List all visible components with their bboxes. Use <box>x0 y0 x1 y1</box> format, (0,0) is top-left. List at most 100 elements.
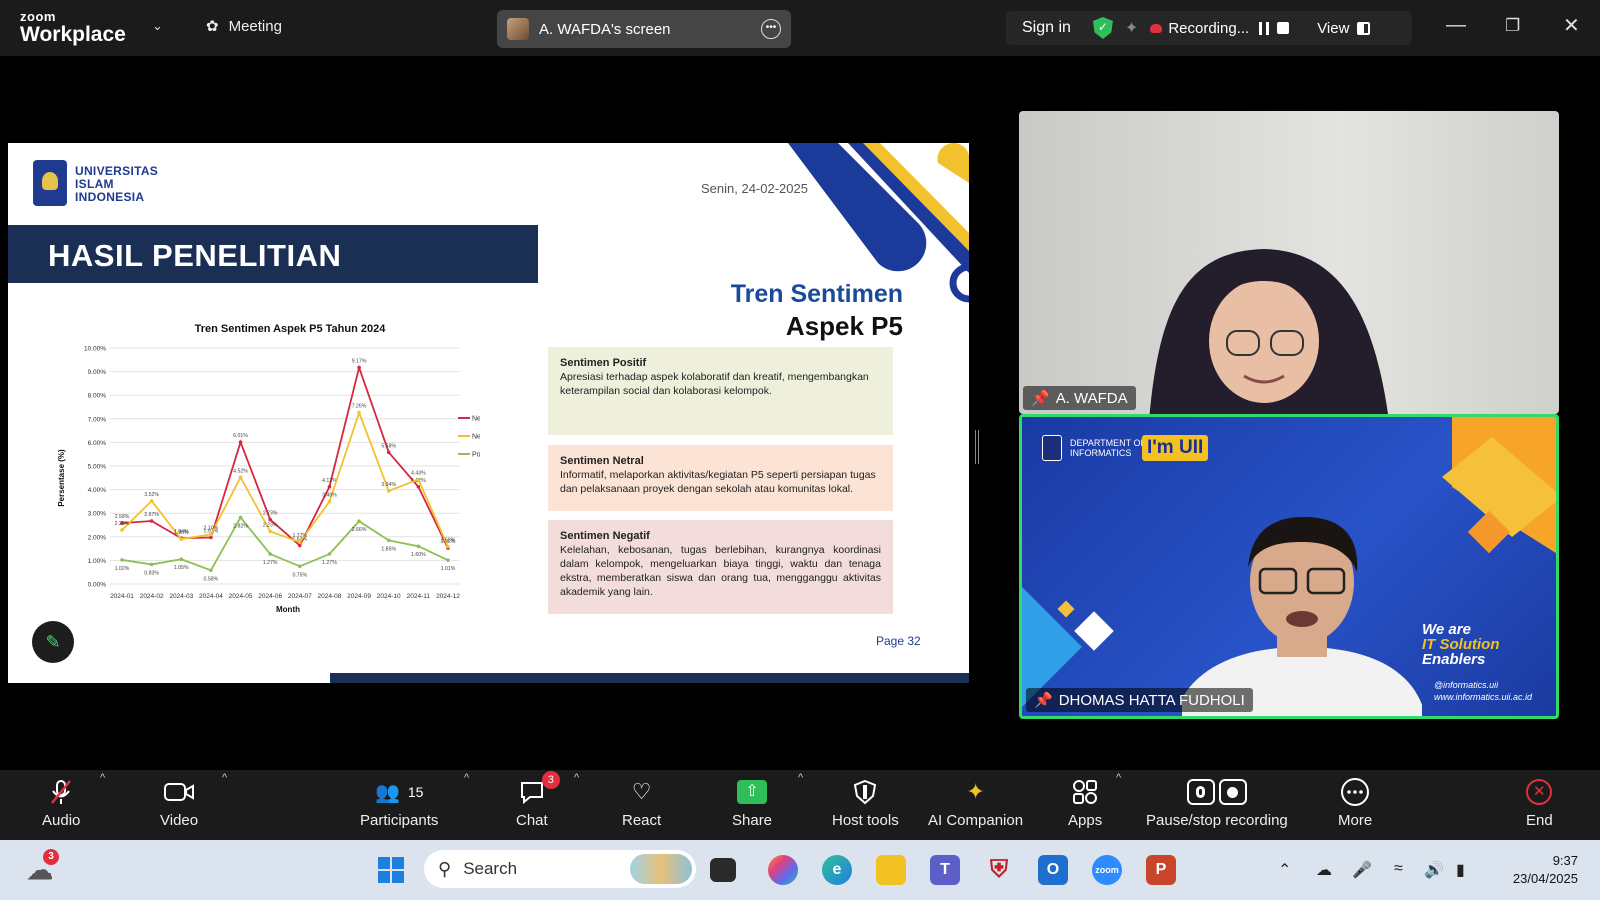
close-icon[interactable]: ✕ <box>1563 13 1580 38</box>
data-point <box>268 517 272 522</box>
data-label: 0.75% <box>292 572 307 578</box>
data-label: 2.73% <box>263 511 278 517</box>
data-label: 2.66% <box>352 527 367 533</box>
pause-icon[interactable] <box>1259 21 1270 35</box>
chat-button[interactable]: 3 Chat <box>516 771 560 829</box>
shared-screen-pill[interactable]: A. WAFDA's screen ••• <box>497 10 791 48</box>
chat-options-caret-icon[interactable]: ^ <box>574 772 579 784</box>
weather-icon[interactable]: ☁ 3 <box>25 849 59 885</box>
video-tile-wafda[interactable]: 📌 A. WAFDA <box>1019 111 1559 414</box>
participants-options-caret-icon[interactable]: ^ <box>464 772 469 784</box>
data-point <box>446 558 450 562</box>
powerpoint-icon[interactable]: P <box>1146 855 1176 885</box>
more-label: More <box>1338 812 1373 829</box>
react-button[interactable]: ♡ React <box>622 778 661 829</box>
participant-video <box>1182 517 1422 716</box>
stop-icon[interactable] <box>1277 22 1290 34</box>
data-label: 1.77% <box>292 533 307 539</box>
heading-banner: HASIL PENELITIAN <box>8 225 538 283</box>
ai-companion-button[interactable]: ✦ AI Companion <box>928 778 1023 829</box>
y-tick-label: 1.00% <box>88 558 107 565</box>
box-title: Sentimen Netral <box>560 455 644 467</box>
recording-indicator[interactable]: Recording... <box>1150 20 1249 37</box>
brand-top: zoom <box>20 9 56 24</box>
data-point <box>209 568 213 573</box>
battery-icon[interactable]: ▮ <box>1456 860 1465 880</box>
data-label: 2.82% <box>233 523 248 529</box>
annotate-pencil-icon[interactable]: ✎ <box>32 621 74 663</box>
x-tick-label: 2024-08 <box>318 593 342 600</box>
share-button[interactable]: ⇧ Share <box>732 778 772 829</box>
view-button[interactable]: View <box>1317 19 1371 37</box>
participant-name: DHOMAS HATTA FUDHOLI <box>1058 691 1245 709</box>
encryption-shield-icon[interactable]: ✓ <box>1092 17 1113 39</box>
data-label: 1.01% <box>441 566 456 572</box>
view-label: View <box>1317 19 1350 37</box>
video-options-caret-icon[interactable]: ^ <box>222 772 227 784</box>
shared-screen-label: A. WAFDA's screen <box>539 20 671 38</box>
wifi-icon[interactable]: ≈ <box>1394 860 1403 878</box>
participants-button[interactable]: 👥 15 Participants <box>360 778 438 830</box>
system-clock[interactable]: 9:37 23/04/2025 <box>1496 852 1578 888</box>
microphone-tray-icon[interactable]: 🎤 <box>1352 860 1372 880</box>
more-button[interactable]: More <box>1338 778 1372 829</box>
edge-browser-icon[interactable]: e <box>822 855 852 885</box>
end-button[interactable]: ✕ End <box>1526 778 1553 829</box>
shared-screen: UNIVERSITAS ISLAM INDONESIA Senin, 24-02… <box>8 113 969 713</box>
zoom-app-icon[interactable]: zoom <box>1092 855 1122 885</box>
data-label: 0.83% <box>144 570 159 576</box>
box-text: Informatif, melaporkan aktivitas/kegiata… <box>560 469 876 495</box>
outlook-icon[interactable]: O <box>1038 855 1068 885</box>
share-options-caret-icon[interactable]: ^ <box>798 772 803 784</box>
y-tick-label: 3.00% <box>88 511 107 518</box>
data-point <box>416 484 421 489</box>
file-explorer-icon[interactable] <box>876 855 906 885</box>
host-tools-button[interactable]: Host tools <box>832 778 899 829</box>
x-tick-label: 2024-03 <box>169 593 193 600</box>
sparkle-icon[interactable]: ✦ <box>1125 18 1138 38</box>
slide-heading: HASIL PENELITIAN <box>48 238 342 273</box>
volume-icon[interactable]: 🔊 <box>1424 860 1444 880</box>
teams-icon[interactable]: T <box>930 855 960 885</box>
minimize-icon[interactable]: — <box>1446 14 1466 37</box>
audio-options-caret-icon[interactable]: ^ <box>100 772 105 784</box>
box-text: Apresiasi terhadap aspek kolaboratif dan… <box>560 371 869 397</box>
chevron-down-icon[interactable]: ⌄ <box>152 18 163 34</box>
x-tick-label: 2024-05 <box>229 593 253 600</box>
task-view-icon[interactable] <box>710 858 736 882</box>
data-label: 6.01% <box>233 433 248 439</box>
split-view-handle[interactable] <box>975 430 979 464</box>
data-point <box>238 440 243 444</box>
show-hidden-icons-icon[interactable]: ⌃ <box>1278 860 1291 880</box>
data-point <box>446 544 450 549</box>
data-label: 2.67% <box>144 512 159 518</box>
windows-start-icon[interactable] <box>376 855 406 885</box>
data-label: 2.10% <box>204 525 219 531</box>
x-tick-label: 2024-11 <box>407 593 431 600</box>
audio-button[interactable]: Audio <box>42 778 80 829</box>
ai-companion-label: AI Companion <box>928 812 1024 829</box>
apps-button[interactable]: Apps <box>1068 778 1102 829</box>
data-label: 2.58% <box>115 514 130 520</box>
slide-title-line1: Tren Sentimen <box>730 280 903 308</box>
apps-options-caret-icon[interactable]: ^ <box>1116 772 1121 784</box>
y-tick-label: 4.00% <box>88 487 107 494</box>
taskbar-search[interactable]: ⚲ Search <box>424 850 696 888</box>
data-point <box>357 365 361 370</box>
heart-icon: ♡ <box>631 779 652 804</box>
meeting-menu[interactable]: ✿ Meeting <box>206 17 282 36</box>
ai-sparkle-icon: ✦ <box>966 779 985 804</box>
pause-stop-recording-button[interactable]: Pause/stop recording <box>1146 778 1288 829</box>
copilot-icon[interactable] <box>768 855 798 885</box>
sign-in-button[interactable]: Sign in <box>1022 19 1071 37</box>
shield-app-icon[interactable]: ⛨ <box>984 855 1014 885</box>
video-tile-dhomas[interactable]: DEPARTMENT OF INFORMATICS I'm UII We are… <box>1019 414 1559 719</box>
video-button[interactable]: Video <box>160 778 198 829</box>
restore-icon[interactable]: ❐ <box>1505 16 1520 36</box>
y-tick-label: 0.00% <box>88 582 107 589</box>
more-options-icon[interactable]: ••• <box>761 19 781 39</box>
onedrive-cloud-icon[interactable]: ☁ <box>1316 860 1332 880</box>
data-point <box>120 558 124 562</box>
y-axis-label: Persentase (%) <box>57 449 66 507</box>
data-label: 1.27% <box>322 560 337 566</box>
